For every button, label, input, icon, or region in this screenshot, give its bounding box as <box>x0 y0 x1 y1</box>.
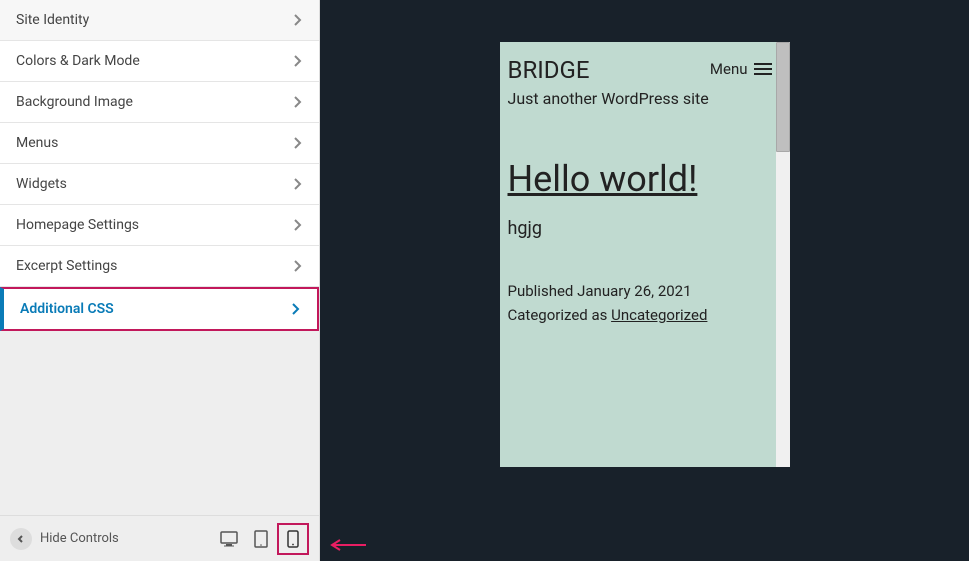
sidebar-item-menus[interactable]: Menus <box>0 123 319 164</box>
device-tablet-button[interactable] <box>245 523 277 555</box>
chevron-right-icon <box>293 259 303 273</box>
site-title[interactable]: BRIDGE <box>508 56 590 84</box>
chevron-right-icon <box>291 302 301 316</box>
desktop-icon <box>220 531 238 547</box>
hide-controls-label: Hide Controls <box>40 531 119 546</box>
sidebar-item-homepage-settings[interactable]: Homepage Settings <box>0 205 319 246</box>
chevron-right-icon <box>293 177 303 191</box>
sidebar-item-colors-dark-mode[interactable]: Colors & Dark Mode <box>0 41 319 82</box>
device-preview-buttons <box>213 523 309 555</box>
sidebar-item-label: Site Identity <box>16 12 89 28</box>
sidebar-item-label: Background Image <box>16 94 133 110</box>
hamburger-icon <box>754 62 772 76</box>
category-link[interactable]: Uncategorized <box>611 306 707 324</box>
mobile-preview-frame: BRIDGE Menu Just another WordPress site … <box>500 42 790 467</box>
sidebar-item-label: Additional CSS <box>20 301 114 317</box>
mobile-icon <box>287 530 299 548</box>
mobile-content: BRIDGE Menu Just another WordPress site … <box>500 42 790 467</box>
chevron-right-icon <box>293 218 303 232</box>
tablet-icon <box>254 530 268 548</box>
post-title[interactable]: Hello world! <box>508 158 790 200</box>
post-meta: Published January 26, 2021 Categorized a… <box>508 279 790 327</box>
arrow-annotation-icon <box>328 537 368 553</box>
menu-toggle[interactable]: Menu <box>710 56 772 78</box>
post-category: Categorized as Uncategorized <box>508 303 790 327</box>
chevron-right-icon <box>293 95 303 109</box>
post-content: hgjg <box>508 218 790 239</box>
categorized-label: Categorized as <box>508 306 608 324</box>
collapse-icon <box>10 528 32 550</box>
sidebar-item-excerpt-settings[interactable]: Excerpt Settings <box>0 246 319 287</box>
sidebar-item-label: Menus <box>16 135 58 151</box>
site-tagline: Just another WordPress site <box>508 88 790 110</box>
sidebar-item-label: Colors & Dark Mode <box>16 53 140 69</box>
sidebar-items-list: Site Identity Colors & Dark Mode Backgro… <box>0 0 319 515</box>
published-label: Published <box>508 282 574 300</box>
sidebar-item-widgets[interactable]: Widgets <box>0 164 319 205</box>
scrollbar-track[interactable] <box>776 42 790 467</box>
sidebar-item-additional-css[interactable]: Additional CSS <box>0 287 319 331</box>
sidebar-item-site-identity[interactable]: Site Identity <box>0 0 319 41</box>
device-mobile-button[interactable] <box>277 523 309 555</box>
sidebar-footer: Hide Controls <box>0 515 319 561</box>
customizer-sidebar: Site Identity Colors & Dark Mode Backgro… <box>0 0 320 561</box>
chevron-right-icon <box>293 13 303 27</box>
menu-label: Menu <box>710 60 748 78</box>
device-desktop-button[interactable] <box>213 523 245 555</box>
mobile-header: BRIDGE Menu <box>508 56 790 84</box>
hide-controls-button[interactable]: Hide Controls <box>10 528 119 550</box>
scrollbar-thumb[interactable] <box>776 42 790 152</box>
sidebar-item-label: Widgets <box>16 176 67 192</box>
sidebar-item-background-image[interactable]: Background Image <box>0 82 319 123</box>
sidebar-item-label: Excerpt Settings <box>16 258 117 274</box>
published-date: January 26, 2021 <box>577 282 691 300</box>
preview-area: BRIDGE Menu Just another WordPress site … <box>320 0 969 561</box>
post-published: Published January 26, 2021 <box>508 279 790 303</box>
chevron-right-icon <box>293 136 303 150</box>
chevron-right-icon <box>293 54 303 68</box>
sidebar-item-label: Homepage Settings <box>16 217 139 233</box>
